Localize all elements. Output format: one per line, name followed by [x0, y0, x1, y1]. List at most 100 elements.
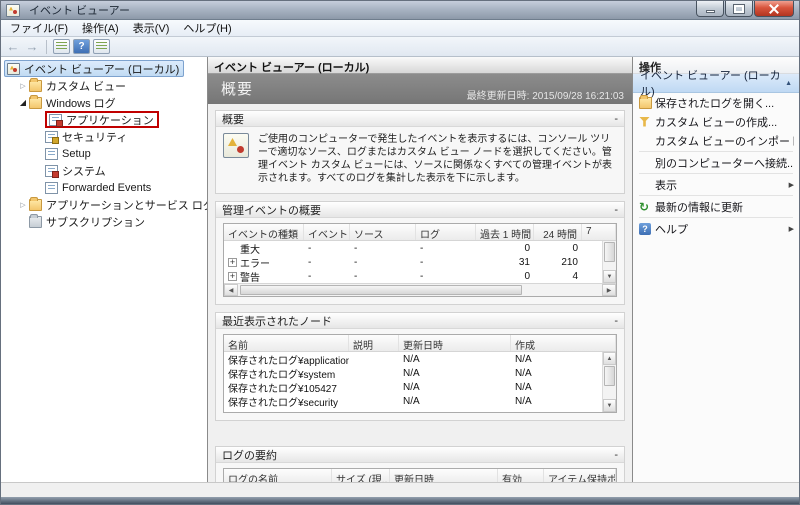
column-header[interactable]: 更新日時 — [399, 335, 511, 351]
column-header[interactable]: サイズ (現.. — [332, 469, 390, 482]
action-create-custom-view[interactable]: カスタム ビューの作成... — [633, 112, 799, 131]
column-header[interactable]: ログの名前 — [224, 469, 332, 482]
column-header[interactable]: 作成 — [511, 335, 616, 351]
application-log-icon — [49, 113, 63, 127]
action-label: 別のコンピューターへ接続... — [655, 157, 794, 170]
tree-item-system[interactable]: システム — [1, 162, 207, 179]
menu-file[interactable]: ファイル(F) — [3, 19, 75, 37]
column-header[interactable]: イベント ID — [304, 224, 350, 240]
scrollbar-thumb[interactable] — [240, 285, 523, 295]
column-header[interactable]: 更新日時 — [390, 469, 498, 482]
created-cell: N/A — [515, 353, 532, 365]
console-tree-icon[interactable] — [93, 39, 110, 54]
column-header[interactable]: ログ — [416, 224, 476, 240]
scroll-down-icon[interactable]: ▼ — [603, 270, 616, 283]
table-header-row: イベントの種類 イベント ID ソース ログ 過去 1 時間 24 時間 7 — [224, 224, 616, 241]
column-header[interactable]: 有効 — [498, 469, 544, 482]
collapse-up-icon[interactable]: ▲ — [785, 80, 792, 87]
column-header[interactable]: 名前 — [224, 335, 349, 351]
table-row-error[interactable]: + エラー - - - 31 210 — [224, 255, 602, 270]
tree-item-forwarded-events[interactable]: Forwarded Events — [1, 179, 207, 196]
table-row[interactable]: 保存されたログ¥105427 N/A N/A — [224, 380, 602, 395]
collapse-icon[interactable]: - — [614, 204, 618, 216]
minimize-icon — [705, 9, 715, 13]
chevron-right-icon[interactable]: ▷ — [17, 201, 29, 209]
tree-item-windows-logs[interactable]: ◢ Windows ログ — [1, 94, 207, 111]
menu-help[interactable]: ヘルプ(H) — [176, 19, 238, 37]
tree-item-subscriptions[interactable]: サブスクリプション — [1, 213, 207, 230]
forward-icon[interactable]: → — [24, 39, 40, 54]
help-toolbar-icon[interactable]: ? — [73, 39, 90, 54]
chevron-right-icon[interactable]: ▷ — [17, 82, 29, 90]
scroll-up-icon[interactable]: ▲ — [603, 352, 616, 365]
action-help[interactable]: ? ヘルプ ▶ — [633, 219, 799, 238]
tree-item-application[interactable]: アプリケーション — [1, 111, 207, 128]
expand-plus-icon[interactable]: + — [228, 257, 237, 267]
vertical-scrollbar[interactable]: ▲ ▼ — [602, 352, 616, 412]
section-recent-nodes-header[interactable]: 最近表示されたノード - — [216, 313, 624, 329]
tree-item-label: サブスクリプション — [46, 216, 145, 229]
scrollbar-track[interactable] — [524, 284, 602, 296]
node-name-cell: 保存されたログ¥system — [228, 369, 336, 381]
action-refresh[interactable]: ↻ 最新の情報に更新 — [633, 197, 799, 216]
scrollbar-thumb[interactable] — [604, 242, 615, 262]
scrollbar-thumb[interactable] — [604, 366, 615, 386]
tree-item-custom-views[interactable]: ▷ カスタム ビュー — [1, 77, 207, 94]
tree-item-label: Windows ログ — [46, 97, 116, 110]
tree-item-event-viewer-local[interactable]: イベント ビューアー (ローカル) — [1, 60, 207, 77]
action-import-custom-view[interactable]: カスタム ビューのインポート... — [633, 131, 799, 150]
chevron-expanded-icon[interactable]: ◢ — [17, 98, 29, 107]
maximize-button[interactable] — [725, 1, 753, 17]
table-row-warning[interactable]: + 警告 - - - 0 4 — [224, 269, 602, 284]
scroll-right-icon[interactable]: ▶ — [602, 284, 616, 296]
vertical-scrollbar[interactable]: ▼ — [602, 241, 616, 283]
node-name-cell: 保存されたログ¥105427 — [228, 383, 337, 395]
minimize-button[interactable] — [696, 1, 724, 17]
column-header[interactable]: 24 時間 — [534, 224, 582, 240]
column-header[interactable]: アイテム保持ポリシ.. — [544, 469, 616, 482]
tree-item-label: イベント ビューアー (ローカル) — [24, 63, 180, 76]
scrollbar-track[interactable] — [603, 387, 616, 399]
table-row[interactable]: 保存されたログ¥application N/A N/A — [224, 352, 602, 367]
actions-group-header[interactable]: イベント ビューアー (ローカル) ▲ — [633, 70, 799, 98]
results-pane: イベント ビューアー (ローカル) 概要 最終更新日時: 2015/09/28 … — [208, 57, 632, 482]
tree-item-apps-services-logs[interactable]: ▷ アプリケーションとサービス ログ — [1, 196, 207, 213]
actions-divider — [639, 195, 793, 196]
expand-plus-icon[interactable]: + — [228, 271, 237, 281]
section-log-summary-header[interactable]: ログの要約 - — [216, 447, 624, 463]
event-viewer-icon — [7, 62, 20, 75]
column-header[interactable]: 説明 — [349, 335, 399, 351]
column-header[interactable]: ソース — [350, 224, 416, 240]
action-view[interactable]: 表示 ▶ — [633, 175, 799, 194]
collapse-icon[interactable]: - — [614, 315, 618, 327]
horizontal-scrollbar[interactable]: ◀ ▶ — [224, 283, 616, 296]
column-header[interactable]: 7 — [582, 224, 616, 240]
collapse-icon[interactable]: - — [614, 449, 618, 461]
section-admin-events-header[interactable]: 管理イベントの概要 - — [216, 202, 624, 218]
column-header[interactable]: 過去 1 時間 — [476, 224, 534, 240]
scroll-left-icon[interactable]: ◀ — [224, 284, 238, 296]
close-button[interactable] — [754, 1, 794, 17]
event-id-cell: - — [308, 242, 312, 254]
setup-log-icon — [45, 147, 58, 160]
created-cell: N/A — [515, 381, 532, 393]
table-row[interactable]: 保存されたログ¥security N/A N/A — [224, 394, 602, 409]
scrollbar-track[interactable] — [603, 263, 616, 270]
console-window-icon[interactable] — [53, 39, 70, 54]
section-title: 管理イベントの概要 — [222, 204, 321, 217]
table-row[interactable]: 保存されたログ¥system N/A N/A — [224, 366, 602, 381]
scroll-down-icon[interactable]: ▼ — [603, 399, 616, 412]
tree-item-setup[interactable]: Setup — [1, 145, 207, 162]
table-row-critical[interactable]: 重大 - - - 0 0 — [224, 241, 602, 256]
menu-view[interactable]: 表示(V) — [126, 19, 177, 37]
menu-action[interactable]: 操作(A) — [75, 19, 126, 37]
tree-item-label: セキュリティ — [62, 131, 128, 144]
action-open-saved-log[interactable]: 保存されたログを開く... — [633, 93, 799, 112]
collapse-icon[interactable]: - — [614, 113, 618, 125]
column-header[interactable]: イベントの種類 — [224, 224, 304, 240]
back-icon[interactable]: ← — [5, 39, 21, 54]
section-summary-header[interactable]: 概要 - — [216, 111, 624, 127]
open-folder-icon — [639, 94, 652, 109]
action-connect-another-computer[interactable]: 別のコンピューターへ接続... — [633, 153, 799, 172]
tree-item-security[interactable]: セキュリティ — [1, 128, 207, 145]
